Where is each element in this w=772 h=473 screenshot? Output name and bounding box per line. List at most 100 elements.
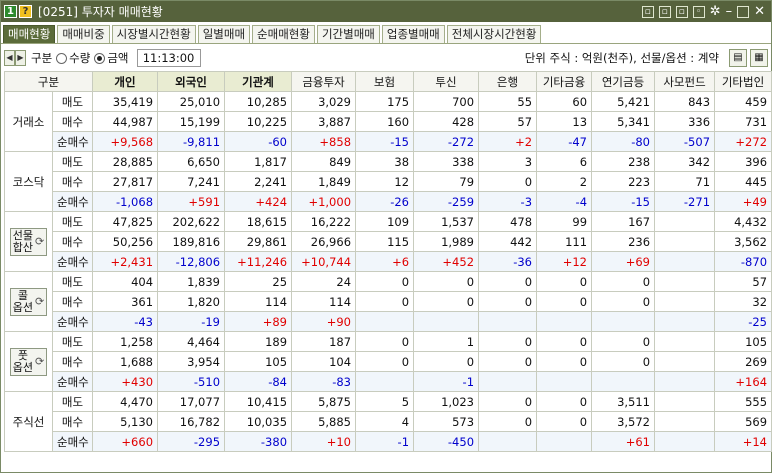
group-label[interactable]: 콜 옵션 ⟳ bbox=[4, 271, 53, 332]
group-name-sub: 합산 bbox=[12, 240, 34, 254]
table-row[interactable]: 거래소 매도 35,419 25,010 10,285 3,029 175 700 55 60 5,… bbox=[4, 91, 772, 152]
header-foreign[interactable]: 외국인 bbox=[157, 71, 226, 92]
help-badge[interactable]: ? bbox=[19, 5, 32, 18]
table-cell: +9,568 bbox=[92, 131, 159, 152]
row-type-label: 매수 bbox=[51, 111, 94, 132]
table-cell: 0 bbox=[536, 291, 593, 312]
group-label: 거래소 bbox=[4, 91, 53, 152]
gear-icon[interactable]: ✲ bbox=[710, 5, 721, 18]
table-row[interactable]: 순매수 +660 -295 -380 +10 -1 -450 +61 +14 bbox=[5, 431, 772, 452]
table-cell: 0 bbox=[536, 391, 593, 412]
table-row[interactable]: 순매수 -43 -19 +89 +90 -25 bbox=[5, 311, 772, 332]
table-cell: 10,225 bbox=[224, 111, 293, 132]
table-row[interactable]: 주식선 매도 4,470 17,077 10,415 5,875 5 1,023 0 0 3,511… bbox=[4, 391, 772, 452]
tab-period[interactable]: 기간별매매 bbox=[316, 25, 380, 43]
table-row[interactable]: 매수 50,256 189,816 29,861 26,966 115 1,989 442 11… bbox=[5, 231, 772, 252]
group-toggle-button[interactable]: 선물 합산 ⟳ bbox=[9, 227, 48, 256]
table-cell: 28,885 bbox=[92, 151, 159, 172]
tab-trading-ratio[interactable]: 매매비중 bbox=[57, 25, 110, 43]
table-cell: 0 bbox=[355, 291, 415, 312]
table-row[interactable]: 순매수 +2,431 -12,806 +11,246 +10,744 +6 +452 -36 +… bbox=[5, 251, 772, 272]
header-bank[interactable]: 은행 bbox=[478, 71, 538, 92]
header-private-fund[interactable]: 사모펀드 bbox=[654, 71, 716, 92]
prev-arrow-icon[interactable]: ◀ bbox=[4, 50, 15, 66]
table-row[interactable]: 풋 옵션 ⟳ 매도 1,258 4,464 189 187 0 1 0 0 0 105 bbox=[4, 331, 772, 392]
row-type-label: 매도 bbox=[51, 91, 94, 112]
table-cell: 25 bbox=[224, 271, 293, 292]
group-toggle-button[interactable]: 콜 옵션 ⟳ bbox=[9, 287, 48, 316]
table-row[interactable]: 매수 44,987 15,199 10,225 3,887 160 428 57 13 5,341… bbox=[5, 111, 772, 132]
table-row[interactable]: 매수 361 1,820 114 114 0 0 0 0 0 32 bbox=[5, 291, 772, 312]
header-investment-trust[interactable]: 투신 bbox=[413, 71, 480, 92]
table-cell: 99 bbox=[536, 211, 593, 232]
table-cell: +452 bbox=[413, 251, 480, 272]
table-row[interactable]: 매수 5,130 16,782 10,035 5,885 4 573 0 0 3,572 569 bbox=[5, 411, 772, 432]
next-arrow-icon[interactable]: ▶ bbox=[15, 50, 26, 66]
camera-icon[interactable]: ◦ bbox=[692, 5, 705, 18]
table-row[interactable]: 매수 27,817 7,241 2,241 1,849 12 79 0 2 223 71 445 bbox=[5, 171, 772, 192]
table-cell: 0 bbox=[355, 351, 415, 372]
group-label[interactable]: 선물 합산 ⟳ bbox=[4, 211, 53, 272]
tab-net-trading[interactable]: 순매매현황 bbox=[252, 25, 315, 43]
link-icon[interactable]: ▫ bbox=[641, 5, 654, 18]
table-cell bbox=[478, 371, 538, 392]
close-icon[interactable]: ✕ bbox=[754, 5, 765, 18]
table-cell bbox=[654, 211, 716, 232]
chart-view-icon[interactable]: ▦ bbox=[750, 49, 768, 67]
grid-view-icon[interactable]: ▤ bbox=[729, 49, 747, 67]
table-cell: -1 bbox=[413, 371, 480, 392]
table-cell: 57 bbox=[714, 271, 772, 292]
save-icon[interactable]: ▫ bbox=[675, 5, 688, 18]
investor-trading-table: 구분 개인 외국인 기관계 금융투자 보험 투신 은행 기타금융 연기금등 사모… bbox=[3, 71, 772, 452]
tab-market-time[interactable]: 시장별시간현황 bbox=[111, 25, 196, 43]
group-label[interactable]: 풋 옵션 ⟳ bbox=[4, 331, 53, 392]
header-institution[interactable]: 기관계 bbox=[224, 71, 293, 92]
table-row[interactable]: 코스닥 매도 28,885 6,650 1,817 849 38 338 3 6 238 342 396 bbox=[4, 151, 772, 212]
header-insurance[interactable]: 보험 bbox=[355, 71, 415, 92]
table-row[interactable]: 선물 합산 ⟳ 매도 47,825 202,622 18,615 16,222 109 1,537… bbox=[4, 211, 772, 272]
tab-industry[interactable]: 업종별매매 bbox=[381, 25, 445, 43]
table-cell: 160 bbox=[355, 111, 415, 132]
group-toggle-button[interactable]: 풋 옵션 ⟳ bbox=[9, 347, 48, 376]
table-cell: 7,241 bbox=[157, 171, 226, 192]
tab-daily[interactable]: 일별매매 bbox=[197, 25, 251, 43]
radio-circle-icon[interactable] bbox=[56, 52, 68, 64]
table-cell: 0 bbox=[536, 351, 593, 372]
header-pension[interactable]: 연기금등 bbox=[591, 71, 656, 92]
group-toggle-label: 콜 옵션 bbox=[13, 289, 33, 314]
table-cell: +10 bbox=[291, 431, 357, 452]
table-cell: -15 bbox=[591, 191, 656, 212]
table-cell bbox=[654, 391, 716, 412]
title-bar: 1 ? [0251] 투자자 매매현황 ▫ ▫ ▫ ◦ ✲ – ✕ bbox=[1, 1, 771, 22]
table-cell: 115 bbox=[355, 231, 415, 252]
radio-amount[interactable]: 금액 bbox=[94, 50, 129, 66]
tab-trading-status[interactable]: 매매현황 bbox=[3, 25, 56, 43]
maximize-icon[interactable] bbox=[737, 5, 750, 18]
header-other-corp[interactable]: 기타법인 bbox=[714, 71, 772, 92]
gubun-label: 구분 bbox=[31, 51, 53, 65]
table-row[interactable]: 콜 옵션 ⟳ 매도 404 1,839 25 24 0 0 0 0 0 57 bbox=[4, 271, 772, 332]
header-individual[interactable]: 개인 bbox=[92, 71, 159, 92]
minimize-icon[interactable]: – bbox=[726, 5, 733, 18]
copy-icon[interactable]: ▫ bbox=[658, 5, 671, 18]
table-cell: 0 bbox=[355, 271, 415, 292]
header-financial-investment[interactable]: 금융투자 bbox=[291, 71, 357, 92]
table-cell: 428 bbox=[413, 111, 480, 132]
screen-number-badge[interactable]: 1 bbox=[4, 5, 17, 18]
table-cell: 10,035 bbox=[224, 411, 293, 432]
table-cell: -84 bbox=[224, 371, 293, 392]
table-row[interactable]: 순매수 +9,568 -9,811 -60 +858 -15 -272 +2 -47 -80 -50… bbox=[5, 131, 772, 152]
table-cell: 342 bbox=[654, 151, 716, 172]
table-cell: -450 bbox=[413, 431, 480, 452]
table-cell: 0 bbox=[478, 391, 538, 412]
table-row[interactable]: 순매수 +430 -510 -84 -83 -1 +164 bbox=[5, 371, 772, 392]
radio-circle-checked-icon[interactable] bbox=[94, 52, 106, 64]
radio-quantity[interactable]: 수량 bbox=[56, 50, 90, 66]
table-row[interactable]: 매수 1,688 3,954 105 104 0 0 0 0 0 269 bbox=[5, 351, 772, 372]
time-input[interactable]: 11:13:00 bbox=[136, 49, 201, 67]
header-other-finance[interactable]: 기타금융 bbox=[536, 71, 593, 92]
tab-all-market-time[interactable]: 전체시장시간현황 bbox=[446, 25, 542, 43]
table-row[interactable]: 순매수 -1,068 +591 +424 +1,000 -26 -259 -3 -4 -15 -27… bbox=[5, 191, 772, 212]
table-cell: 0 bbox=[591, 291, 656, 312]
row-type-label: 순매수 bbox=[51, 191, 94, 212]
